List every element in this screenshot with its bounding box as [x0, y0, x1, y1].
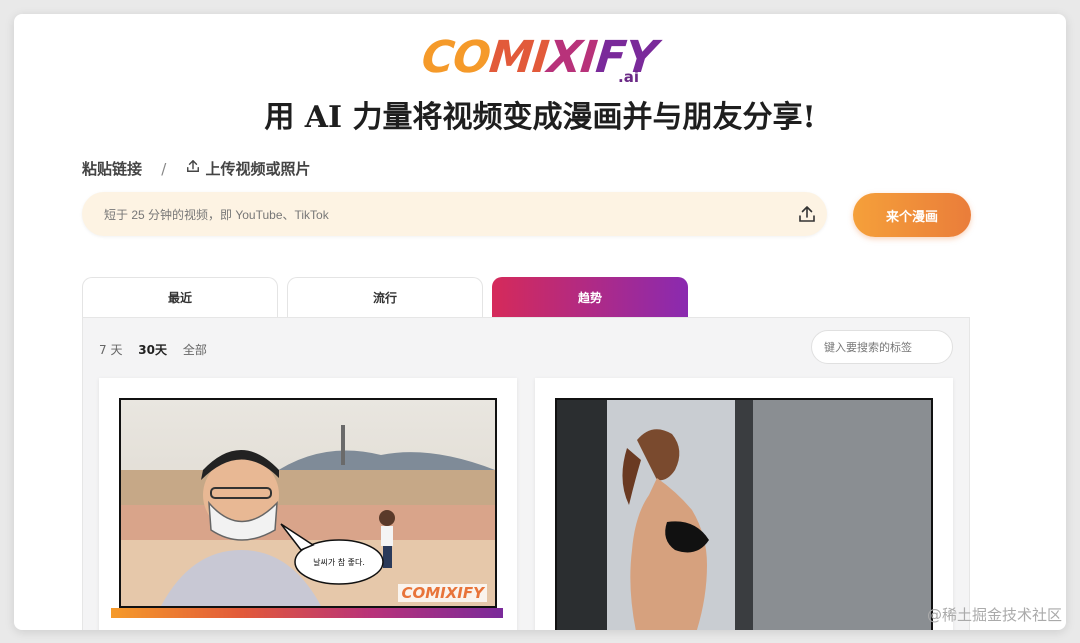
- source-separator: /: [161, 159, 167, 178]
- card-accent-bar: [111, 608, 503, 618]
- page-headline: 用 AI 力量将视频变成漫画并与朋友分享!: [264, 100, 816, 135]
- comic-panel-image: 날씨가 참 좋다. COMIXIFY: [119, 398, 497, 608]
- source-selector: 粘贴链接 / 上传视频或照片: [82, 158, 311, 179]
- tag-search-input[interactable]: [811, 330, 953, 364]
- time-range-filter: 7 天 30天 全部: [99, 341, 219, 358]
- filter-all[interactable]: 全部: [183, 343, 207, 357]
- url-input-box: [82, 192, 827, 238]
- video-url-input[interactable]: [102, 192, 786, 238]
- filter-7-days[interactable]: 7 天: [99, 343, 122, 357]
- app-window: COMIXIFY .ai 用 AI 力量将视频变成漫画并与朋友分享! 粘贴链接 …: [14, 14, 1066, 630]
- comic-panel-image: [555, 398, 933, 630]
- upload-option[interactable]: 上传视频或照片: [186, 158, 311, 179]
- paste-link-option[interactable]: 粘贴链接: [82, 158, 142, 179]
- create-comic-button[interactable]: 来个漫画: [853, 193, 971, 237]
- tab-recent[interactable]: 最近: [82, 277, 278, 317]
- tab-popular[interactable]: 流行: [287, 277, 483, 317]
- comic-card[interactable]: [535, 378, 953, 630]
- upload-icon: [799, 206, 815, 222]
- tab-trending[interactable]: 趋势: [492, 277, 688, 317]
- gallery-panel: 7 天 30天 全部 键入要搜索的标签 날씨가 참 좋다. COMIXIFY: [82, 317, 970, 630]
- comixify-logo[interactable]: COMIXIFY .ai: [419, 32, 658, 92]
- comic-card[interactable]: 날씨가 참 좋다. COMIXIFY: [99, 378, 517, 630]
- upload-file-button[interactable]: [795, 202, 819, 226]
- upload-option-label: 上传视频或照片: [205, 160, 311, 178]
- upload-icon: [186, 160, 199, 172]
- page-watermark: @稀土掘金技术社区: [926, 606, 1062, 624]
- filter-30-days[interactable]: 30天: [138, 343, 167, 357]
- card-watermark: COMIXIFY: [398, 584, 487, 602]
- speech-bubble-text: 날씨가 참 좋다.: [313, 557, 365, 567]
- logo-suffix: .ai: [618, 68, 639, 86]
